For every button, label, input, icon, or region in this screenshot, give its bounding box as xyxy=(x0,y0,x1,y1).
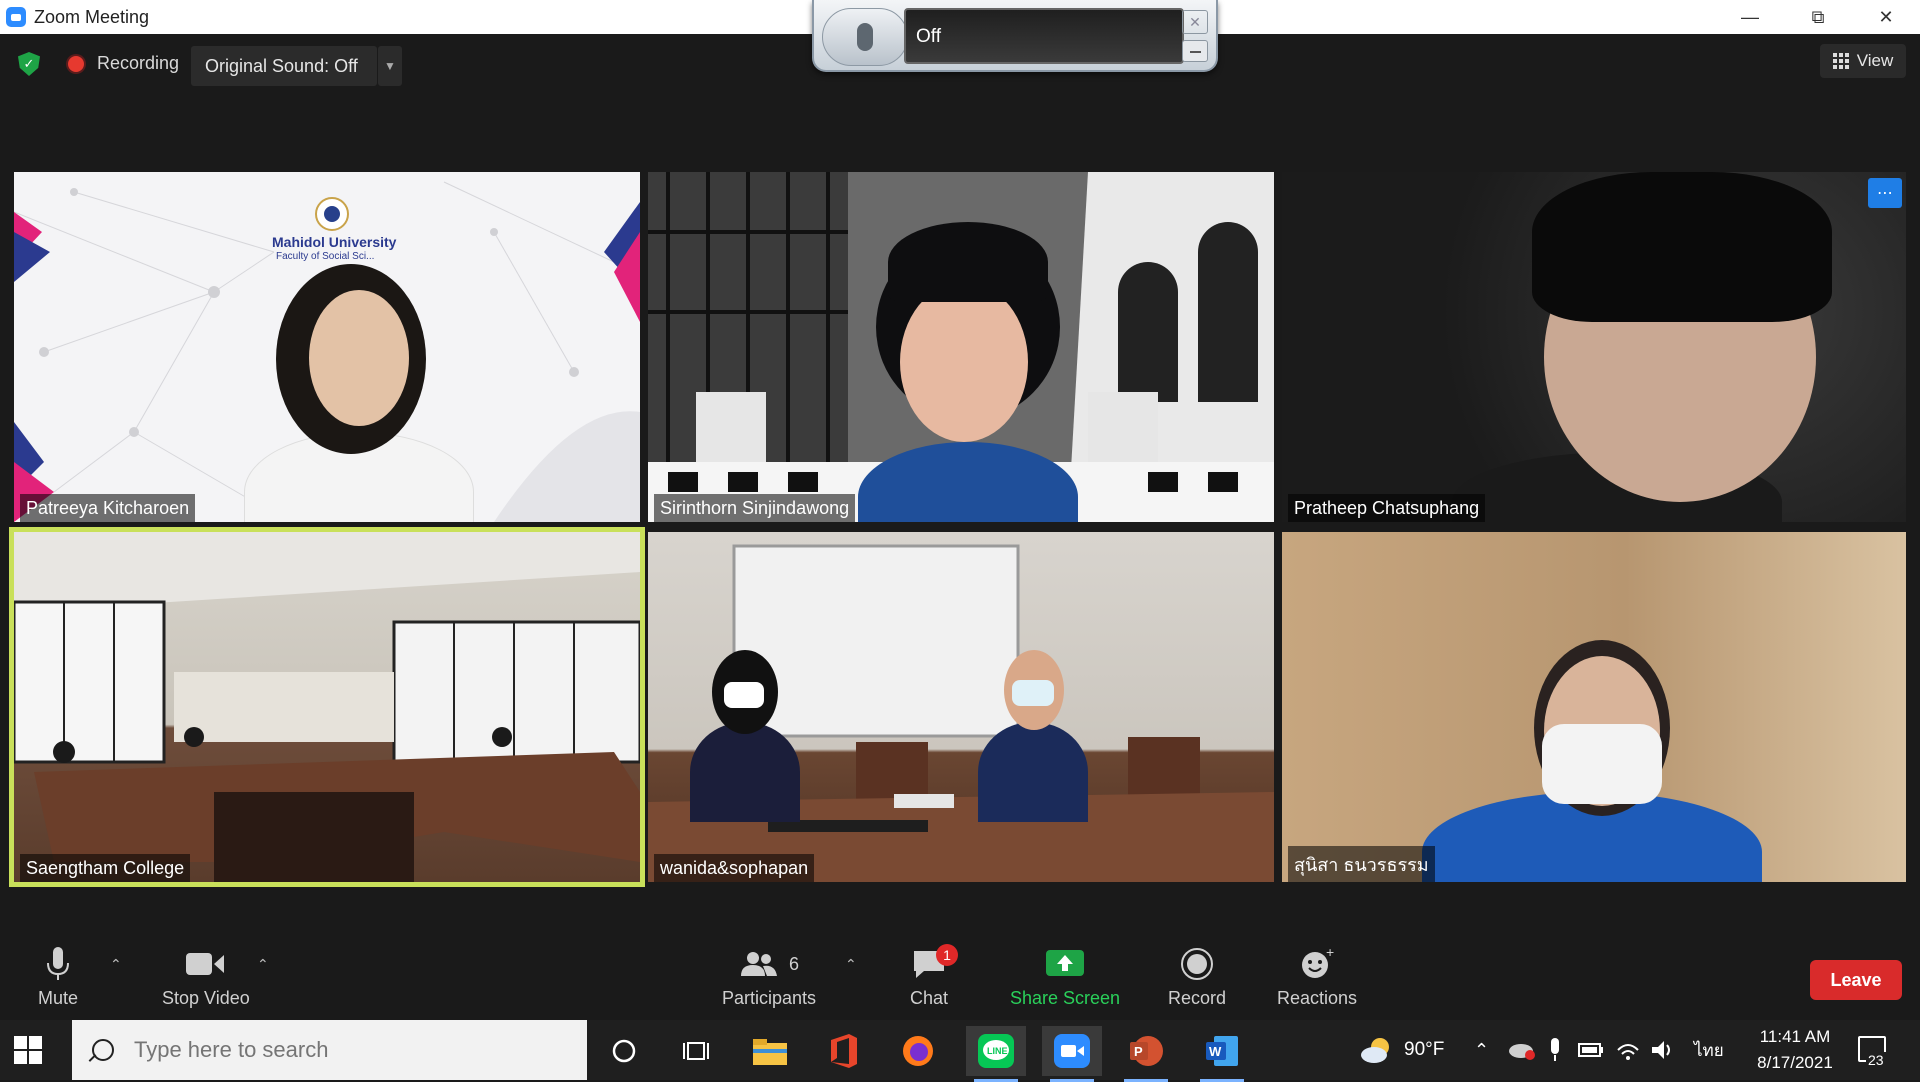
clock-time: 11:41 AM xyxy=(1759,1027,1831,1046)
video-tile[interactable]: Sirinthorn Sinjindawong xyxy=(648,172,1274,522)
svg-text:LINE: LINE xyxy=(987,1046,1008,1056)
wifi-icon[interactable] xyxy=(1616,1020,1640,1080)
file-explorer-icon[interactable] xyxy=(740,1026,800,1076)
temperature-text: 90°F xyxy=(1404,1039,1445,1060)
participant-name: Patreeya Kitcharoen xyxy=(20,494,196,522)
logo-subtext: Faculty of Social Sci... xyxy=(276,251,375,262)
mic-toggle[interactable] xyxy=(822,8,908,66)
taskbar-search-box[interactable] xyxy=(72,1020,587,1080)
search-icon xyxy=(92,1039,114,1061)
clock-date: 8/17/2021 xyxy=(1757,1053,1833,1072)
recording-label: Recording xyxy=(97,53,180,73)
mic-status-widget[interactable]: Off ✕ xyxy=(812,0,1218,72)
widget-close-button[interactable]: ✕ xyxy=(1182,10,1208,34)
cortana-icon[interactable] xyxy=(594,1026,654,1076)
close-button[interactable]: ✕ xyxy=(1852,0,1920,34)
weather-icon xyxy=(1361,1038,1389,1063)
windows-start-icon[interactable] xyxy=(14,1036,42,1064)
taskbar-clock[interactable]: 11:41 AM 8/17/2021 xyxy=(1740,1024,1850,1076)
grid-icon xyxy=(1832,53,1849,69)
stop-video-button[interactable]: Stop Video xyxy=(162,946,250,1016)
video-tile-active-speaker[interactable]: Saengtham College xyxy=(14,532,640,882)
mute-button[interactable]: Mute xyxy=(38,946,78,1016)
volume-icon[interactable] xyxy=(1650,1020,1676,1080)
mute-label: Mute xyxy=(38,988,79,1008)
emoji-plus-icon: + xyxy=(1299,946,1335,982)
participants-icon-group: 6 xyxy=(739,946,799,982)
participant-name: Saengtham College xyxy=(20,854,191,882)
minimize-button[interactable]: — xyxy=(1716,0,1784,34)
powerpoint-icon[interactable]: P xyxy=(1116,1026,1176,1082)
reactions-button[interactable]: + Reactions xyxy=(1277,946,1357,1016)
svg-text:+: + xyxy=(1326,947,1334,960)
office-icon[interactable] xyxy=(814,1026,874,1076)
notifications-icon[interactable]: 23 xyxy=(1858,1036,1886,1068)
participants-icon xyxy=(741,952,778,976)
original-sound-button[interactable]: Original Sound: Off xyxy=(191,46,377,86)
more-options-button[interactable]: ⋯ xyxy=(1868,178,1902,208)
video-tile[interactable]: ⋯ Pratheep Chatsuphang xyxy=(1282,172,1906,522)
leave-button[interactable]: Leave xyxy=(1810,960,1902,1000)
show-hidden-icons-chevron[interactable]: ⌃ xyxy=(1474,1020,1489,1080)
zoom-taskbar-icon[interactable] xyxy=(1042,1026,1102,1082)
notification-count: 23 xyxy=(1866,1052,1886,1068)
window-title: Zoom Meeting xyxy=(34,6,150,27)
encryption-shield-icon[interactable]: ✓ xyxy=(18,52,40,76)
video-options-caret[interactable]: ⌃ xyxy=(257,956,269,973)
share-screen-button[interactable]: Share Screen xyxy=(1010,946,1120,1016)
share-screen-label: Share Screen xyxy=(1010,988,1121,1008)
participant-name: Pratheep Chatsuphang xyxy=(1288,494,1486,522)
windows-taskbar: LINE P W 90°F ⌃ ไทย 11:41 AM 8/17/2021 2… xyxy=(0,1020,1920,1082)
record-label: Record xyxy=(1168,988,1227,1008)
audio-options-caret[interactable]: ⌃ xyxy=(110,956,122,973)
view-label: View xyxy=(1856,51,1894,70)
onedrive-error-icon[interactable] xyxy=(1508,1020,1536,1080)
input-language[interactable]: ไทย xyxy=(1694,1020,1724,1080)
chat-label: Chat xyxy=(910,988,949,1008)
view-button[interactable]: View xyxy=(1820,44,1906,78)
line-app-icon[interactable]: LINE xyxy=(966,1026,1026,1082)
microphone-tray-icon[interactable] xyxy=(1548,1020,1562,1080)
microphone-icon xyxy=(45,946,71,982)
svg-text:W: W xyxy=(1209,1044,1222,1059)
battery-icon[interactable] xyxy=(1578,1020,1604,1080)
record-button[interactable]: Record xyxy=(1168,946,1226,1016)
participants-count: 6 xyxy=(789,953,800,974)
original-sound-dropdown[interactable]: ▼ xyxy=(378,46,402,86)
room-scene xyxy=(14,532,640,882)
reactions-label: Reactions xyxy=(1277,988,1358,1008)
task-view-icon[interactable] xyxy=(666,1026,726,1076)
window-controls: — ⧉ ✕ xyxy=(1716,0,1920,34)
svg-text:P: P xyxy=(1134,1044,1143,1059)
chat-unread-badge: 1 xyxy=(936,944,958,966)
mic-state-label: Off xyxy=(904,8,1184,64)
participants-button[interactable]: 6 Participants xyxy=(722,946,816,1016)
zoom-app-icon xyxy=(6,7,26,27)
video-tile[interactable]: Mahidol University Faculty of Social Sci… xyxy=(14,172,640,522)
logo-text: Mahidol University xyxy=(272,234,397,250)
microphone-icon xyxy=(857,23,873,51)
participant-name: Sirinthorn Sinjindawong xyxy=(654,494,856,522)
stop-video-label: Stop Video xyxy=(162,988,250,1008)
video-tile[interactable]: wanida&sophapan xyxy=(648,532,1274,882)
participants-label: Participants xyxy=(722,988,817,1008)
video-tile[interactable]: สุนิสา ธนวรธรรม xyxy=(1282,532,1906,882)
participant-name: สุนิสา ธนวรธรรม xyxy=(1288,846,1435,882)
firefox-icon[interactable] xyxy=(888,1026,948,1076)
video-camera-icon xyxy=(185,946,226,982)
record-icon xyxy=(1181,946,1214,982)
taskbar-search-input[interactable] xyxy=(134,1037,554,1063)
weather-widget[interactable]: 90°F xyxy=(1360,1020,1444,1080)
share-screen-icon xyxy=(1046,946,1085,982)
recording-dot-icon xyxy=(68,56,84,72)
restore-button[interactable]: ⧉ xyxy=(1784,0,1852,34)
participants-options-caret[interactable]: ⌃ xyxy=(845,956,857,973)
widget-minimize-button[interactable] xyxy=(1182,40,1208,62)
word-icon[interactable]: W xyxy=(1192,1026,1252,1082)
participant-name: wanida&sophapan xyxy=(654,854,815,882)
